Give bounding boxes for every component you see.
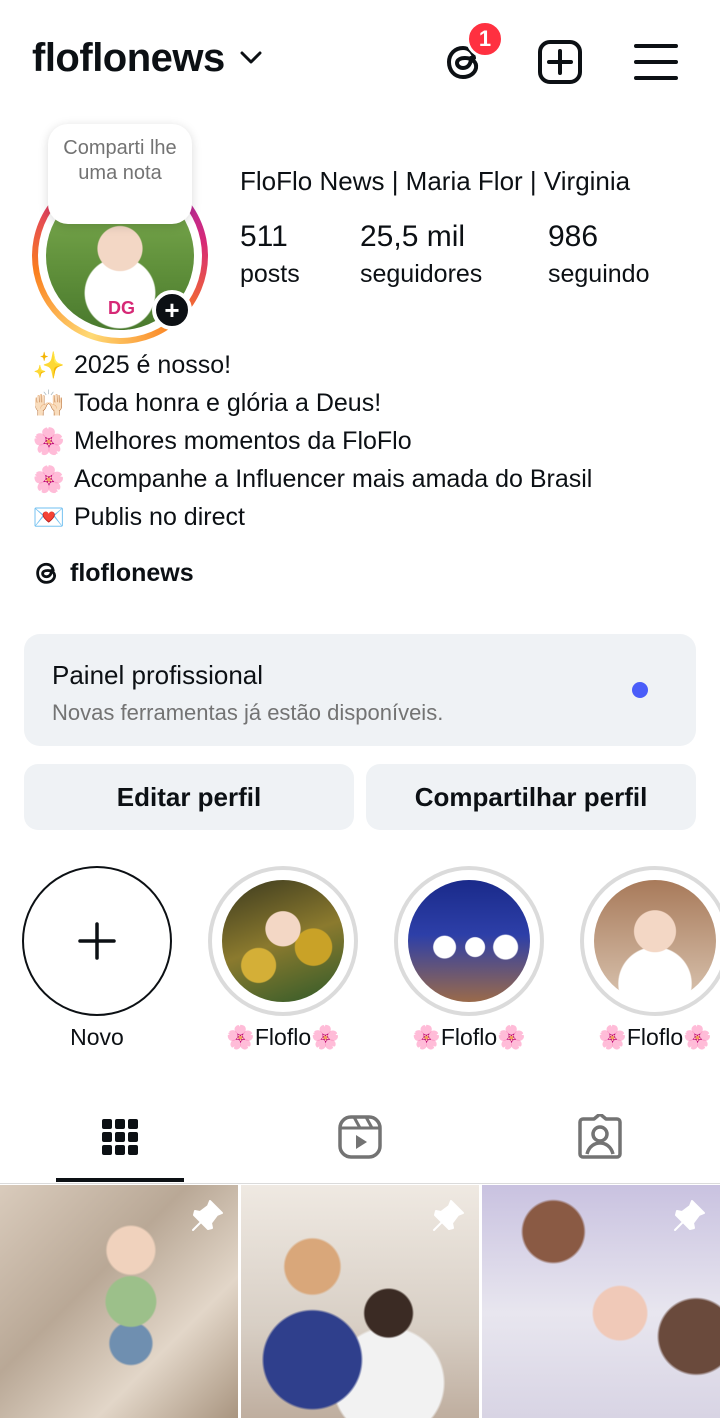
bio-text: Acompanhe a Influencer mais amada do Bra…: [74, 465, 593, 493]
highlight-cover: [594, 880, 716, 1002]
bio-text: Toda honra e glória a Deus!: [74, 389, 382, 417]
grid-post[interactable]: [482, 1185, 720, 1418]
professional-dashboard[interactable]: Painel profissional Novas ferramentas já…: [24, 634, 696, 746]
highlight-label: Novo: [70, 1024, 124, 1050]
grid-post[interactable]: [241, 1185, 479, 1418]
username-title: floflonews: [32, 36, 225, 80]
posts-stat[interactable]: 511 posts: [240, 220, 300, 289]
tab-posts-grid[interactable]: [0, 1092, 240, 1182]
threads-handle: floflonews: [70, 558, 194, 587]
bio-line: 💌 Publis no direct: [32, 498, 592, 536]
bio-line: 🙌🏻 Toda honra e glória a Deus!: [32, 384, 592, 422]
note-text: Comparti lhe uma nota: [63, 137, 177, 184]
bio-line: ✨ 2025 é nosso!: [32, 346, 592, 384]
bio-line: 🌸 Melhores momentos da FloFlo: [32, 422, 592, 460]
highlight-label: 🌸Floflo🌸: [226, 1024, 340, 1050]
bio-line: 🌸 Acompanhe a Influencer mais amada do B…: [32, 460, 593, 498]
notification-badge: 1: [466, 20, 504, 58]
followers-label: seguidores: [360, 260, 483, 288]
pin-icon: [433, 1200, 464, 1231]
threads-icon: [36, 562, 56, 584]
bio-text: 2025 é nosso!: [74, 351, 232, 379]
plus-square-icon: [538, 40, 582, 84]
share-profile-button[interactable]: Compartilhar perfil: [366, 764, 696, 830]
content-tabs: [0, 1092, 720, 1184]
menu-button[interactable]: [632, 38, 680, 86]
new-indicator-dot: [632, 682, 648, 698]
posts-label: posts: [240, 260, 300, 288]
grid-post[interactable]: [0, 1185, 238, 1418]
pin-icon: [674, 1200, 705, 1231]
raised-hands-icon: 🙌🏻: [32, 388, 66, 418]
note-bubble[interactable]: Comparti lhe uma nota: [48, 124, 192, 224]
pro-panel-title: Painel profissional: [52, 660, 264, 690]
edit-profile-button[interactable]: Editar perfil: [24, 764, 354, 830]
add-story-button[interactable]: +: [152, 290, 192, 330]
grid-icon: [102, 1119, 138, 1155]
full-name: FloFlo News | Maria Flor | Virginia: [240, 166, 631, 196]
highlight-cover: [408, 880, 530, 1002]
followers-stat[interactable]: 25,5 mil seguidores: [360, 220, 482, 289]
highlight-cover: [222, 880, 344, 1002]
love-letter-icon: 💌: [32, 502, 66, 532]
posts-grid: [0, 1185, 720, 1418]
profile-header: floflonews 1: [0, 0, 720, 120]
pro-panel-subtitle: Novas ferramentas já estão disponíveis.: [52, 700, 444, 725]
bio: ✨ 2025 é nosso! 🙌🏻 Toda honra e glória a…: [32, 346, 593, 536]
chevron-down-icon: [239, 50, 263, 71]
new-highlight-button[interactable]: Novo: [22, 866, 172, 1051]
hamburger-menu-icon: [634, 44, 678, 80]
posts-count: 511: [240, 220, 288, 253]
followers-count: 25,5 mil: [360, 220, 466, 253]
active-tab-indicator: [56, 1178, 184, 1182]
new-post-button[interactable]: [536, 38, 584, 86]
reels-icon: [338, 1115, 382, 1159]
following-stat[interactable]: 986 seguindo: [548, 220, 649, 289]
following-label: seguindo: [548, 260, 650, 288]
account-switcher[interactable]: floflonews: [32, 36, 263, 81]
following-count: 986: [548, 220, 599, 253]
sparkles-icon: ✨: [32, 350, 66, 380]
bio-text: Publis no direct: [74, 503, 245, 531]
plus-icon: [78, 922, 116, 960]
highlight-label: 🌸Floflo🌸: [412, 1024, 526, 1050]
cherry-blossom-icon: 🌸: [32, 426, 66, 456]
bio-text: Melhores momentos da FloFlo: [74, 427, 412, 455]
pin-icon: [192, 1200, 223, 1231]
new-highlight-circle: [22, 866, 172, 1016]
tagged-icon: [578, 1114, 622, 1159]
threads-profile-link[interactable]: floflonews: [32, 558, 194, 588]
highlight-label: 🌸Floflo🌸: [598, 1024, 712, 1050]
tab-tagged[interactable]: [480, 1092, 720, 1182]
highlight-item[interactable]: 🌸Floflo🌸: [580, 866, 720, 1051]
cherry-blossom-icon: 🌸: [32, 464, 66, 494]
highlight-item[interactable]: 🌸Floflo🌸: [394, 866, 544, 1051]
tab-reels[interactable]: [240, 1092, 480, 1182]
avatar-shirt-logo: DG: [108, 298, 135, 318]
highlight-item[interactable]: 🌸Floflo🌸: [208, 866, 358, 1051]
